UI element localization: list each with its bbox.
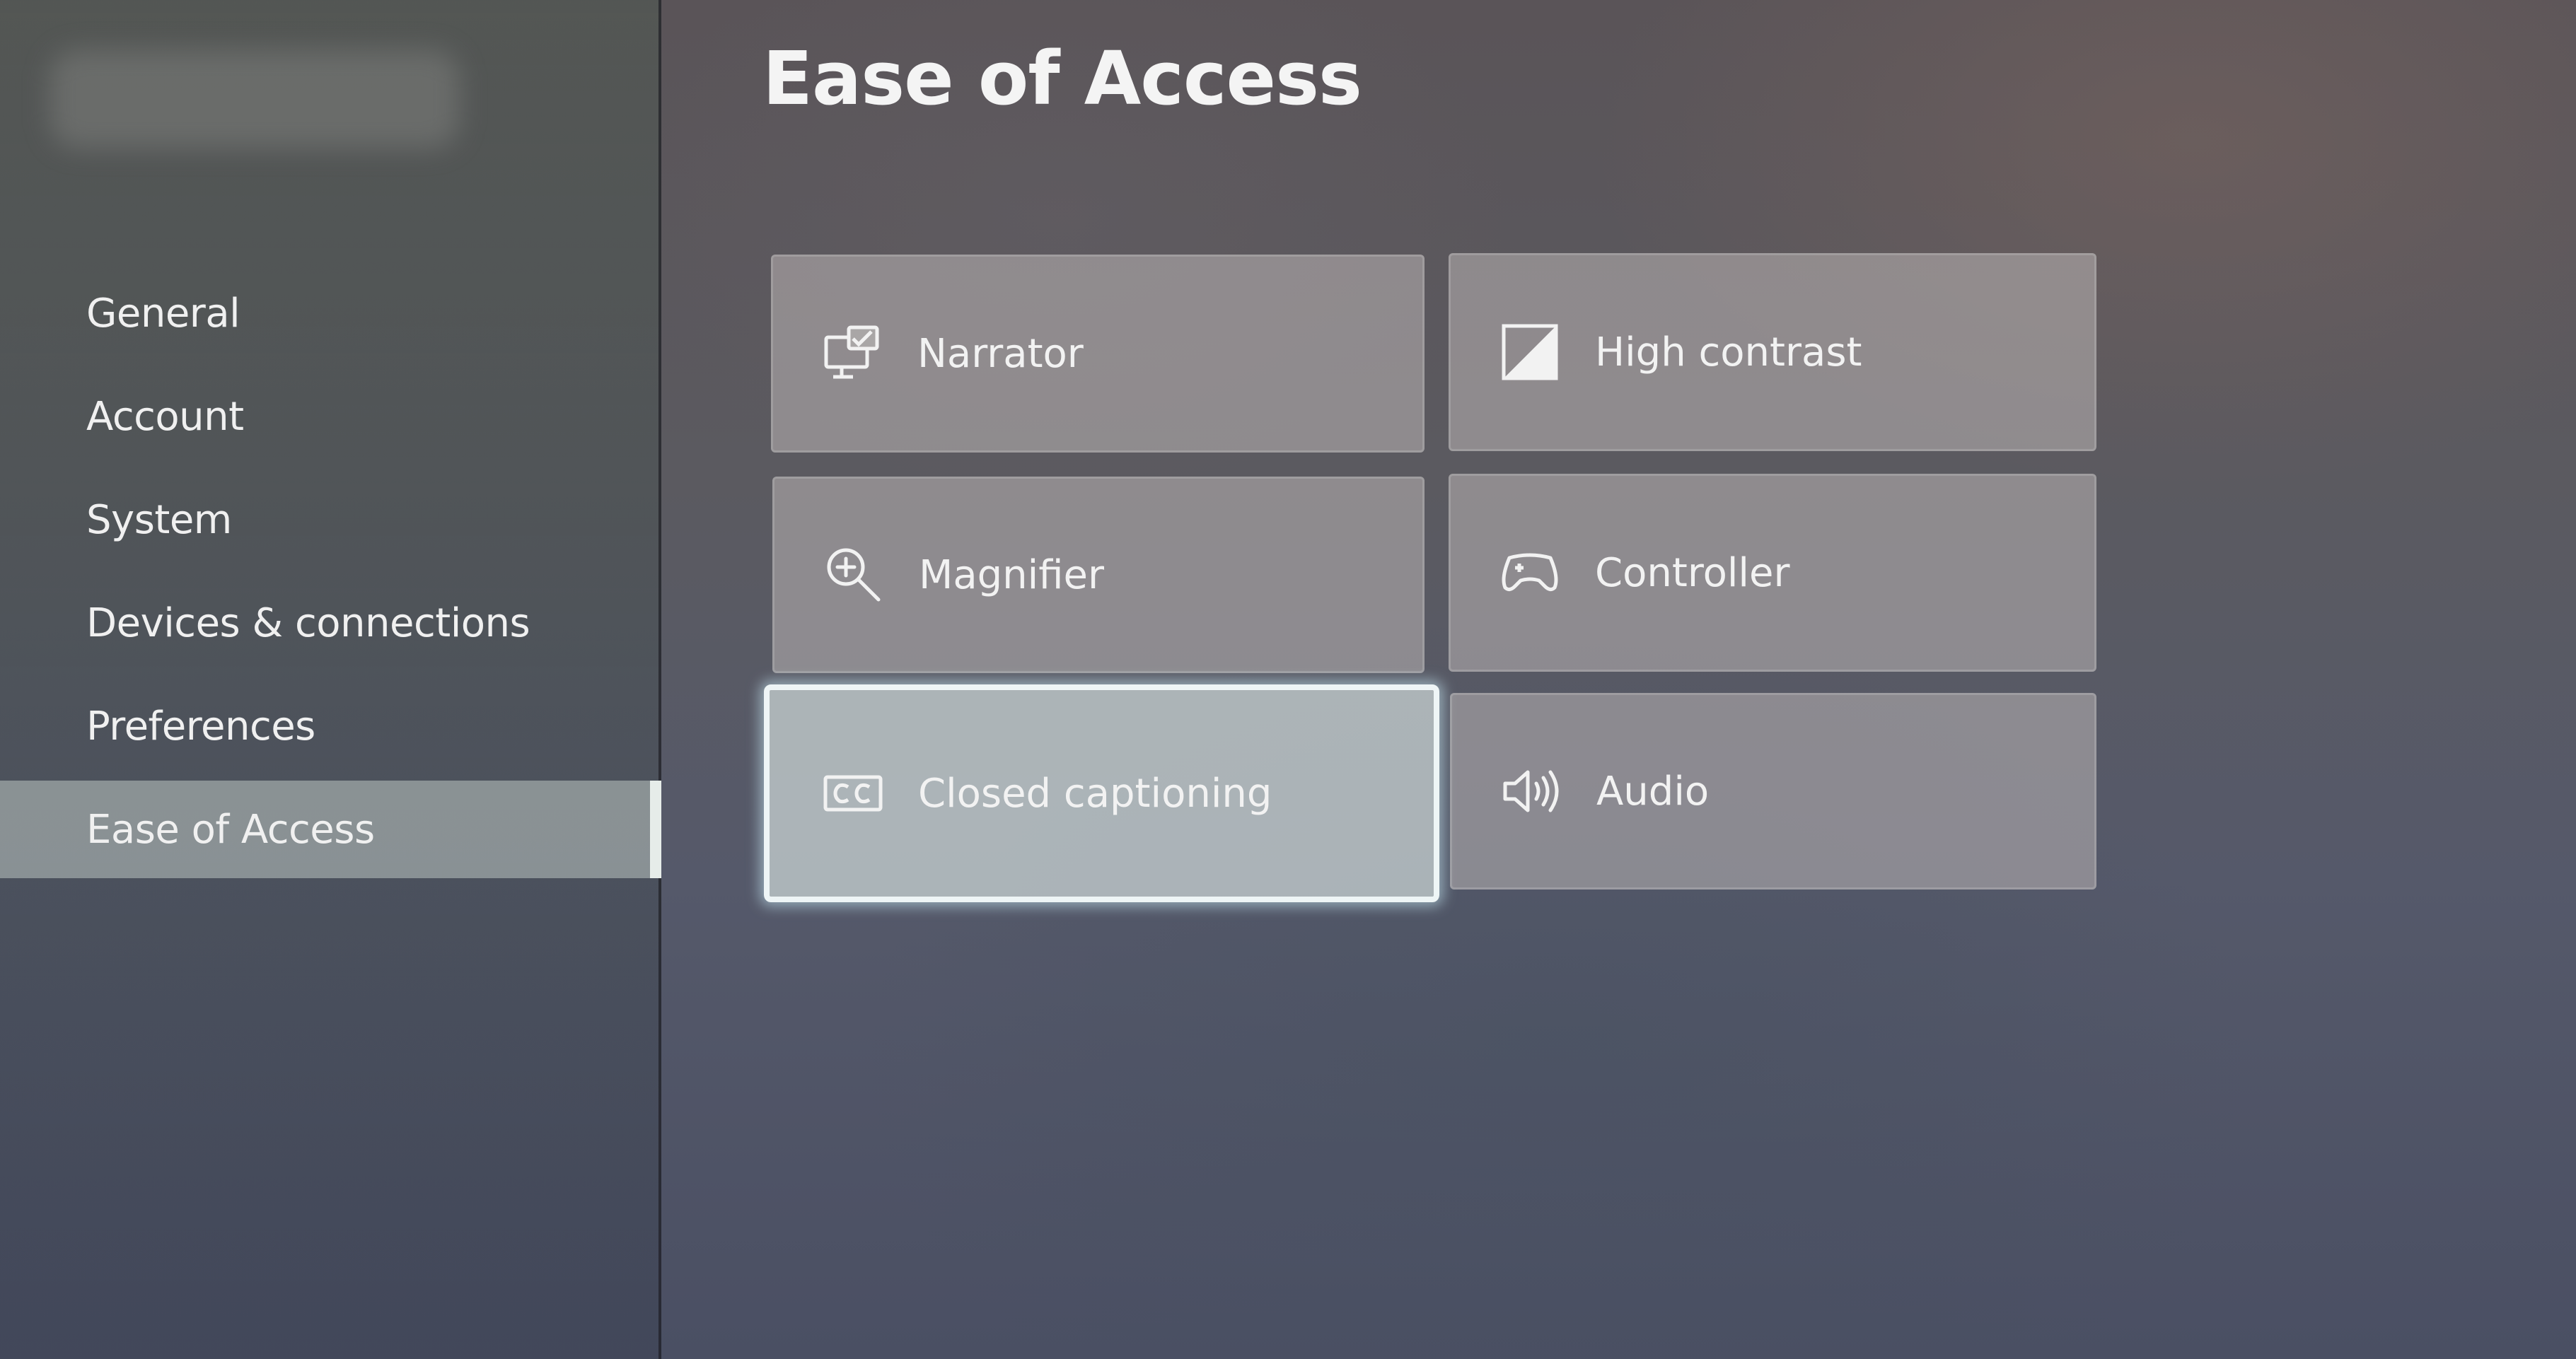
speaker-icon [1496,756,1567,827]
tile-label: Narrator [917,330,1084,377]
sidebar-item-account[interactable]: Account [0,365,661,468]
sidebar-item-label: Devices & connections [86,600,530,646]
magnifier-icon [818,539,889,610]
high-contrast-tile[interactable]: High contrast [1449,253,2096,451]
sidebar-nav: General Account System Devices & connect… [0,262,661,878]
sidebar-item-preferences[interactable]: Preferences [0,675,661,778]
narrator-icon [817,318,888,389]
sidebar-item-ease-of-access[interactable]: Ease of Access [0,781,661,878]
profile-gamertag-blurred [50,49,460,148]
audio-tile[interactable]: Audio [1450,693,2096,890]
sidebar-item-devices-connections[interactable]: Devices & connections [0,571,661,675]
sidebar: General Account System Devices & connect… [0,0,661,1359]
sidebar-item-label: System [86,496,232,543]
magnifier-tile[interactable]: Magnifier [772,477,1425,673]
tile-label: Controller [1595,549,1790,596]
sidebar-item-system[interactable]: System [0,468,661,571]
sidebar-item-label: General [86,290,240,337]
tile-label: Closed captioning [918,770,1272,817]
controller-icon [1495,537,1565,608]
sidebar-item-label: Account [86,393,244,440]
sidebar-item-label: Ease of Access [86,806,375,853]
settings-screen: General Account System Devices & connect… [0,0,2576,1359]
controller-tile[interactable]: Controller [1449,474,2096,672]
closed-captioning-icon [818,758,888,829]
sidebar-item-general[interactable]: General [0,262,661,365]
tile-label: Audio [1596,768,1710,815]
page-title: Ease of Access [762,35,1362,122]
closed-captioning-tile[interactable]: Closed captioning [764,684,1439,902]
sidebar-item-label: Preferences [86,703,315,750]
tile-label: High contrast [1595,329,1862,375]
narrator-tile[interactable]: Narrator [771,255,1425,453]
tile-label: Magnifier [919,552,1104,598]
high-contrast-icon [1495,317,1565,387]
